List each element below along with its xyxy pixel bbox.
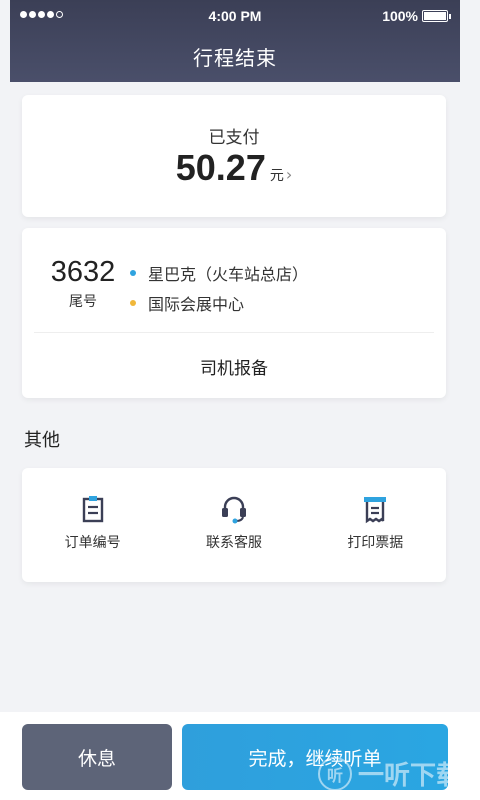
printer-icon xyxy=(364,497,387,524)
contact-support-label: 联系客服 xyxy=(205,535,262,551)
battery-indicator: 100% xyxy=(382,8,451,24)
watermark: 听 一听下载 xyxy=(317,755,462,792)
route-start: 星巴克（火车站总店） xyxy=(130,258,308,288)
start-dot-icon xyxy=(130,270,136,276)
plate-info: 3632 尾号 xyxy=(44,256,122,311)
header: 4:00 PM 100% 行程结束 xyxy=(10,0,460,82)
contact-support-button[interactable]: 联系客服 xyxy=(163,468,304,582)
route-start-label: 星巴克（火车站总店） xyxy=(148,265,309,284)
plate-number: 3632 xyxy=(50,256,116,288)
divider xyxy=(34,332,434,333)
route-end-label: 国际会展中心 xyxy=(148,295,245,314)
status-bar: 4:00 PM 100% xyxy=(10,0,460,32)
end-dot-icon xyxy=(130,300,136,306)
print-receipt-button[interactable]: 打印票据 xyxy=(305,468,446,582)
watermark-text: 一听下载 xyxy=(357,761,462,791)
order-number-label: 订单编号 xyxy=(64,535,121,551)
currency-label: 元 xyxy=(269,168,284,184)
payment-amount: 50.27 xyxy=(175,147,266,188)
battery-percent: 100% xyxy=(382,8,418,24)
watermark-icon: 听 xyxy=(317,756,352,791)
section-title-other: 其他 xyxy=(24,430,60,451)
order-number-button[interactable]: 订单编号 xyxy=(22,468,163,582)
battery-icon xyxy=(422,10,451,22)
bottom-bar: 休息 完成，继续听单 听 一听下载 xyxy=(0,712,480,800)
payment-amount-row[interactable]: 50.27 元 › xyxy=(22,147,446,189)
page-title: 行程结束 xyxy=(193,46,277,70)
plate-label: 尾号 xyxy=(69,294,97,310)
rest-button[interactable]: 休息 xyxy=(22,724,172,790)
driver-report-button[interactable]: 司机报备 xyxy=(22,334,446,398)
route: 星巴克（火车站总店） 国际会展中心 xyxy=(130,258,308,318)
headset-icon xyxy=(221,496,246,524)
route-end: 国际会展中心 xyxy=(130,288,308,318)
payment-status: 已支付 xyxy=(208,128,260,148)
chevron-right-icon: › xyxy=(285,165,293,184)
other-actions-card: 订单编号 联系客服 打印票据 xyxy=(22,468,446,582)
print-receipt-label: 打印票据 xyxy=(347,535,404,551)
trip-card: 3632 尾号 星巴克（火车站总店） 国际会展中心 司机报备 xyxy=(22,228,446,398)
payment-card[interactable]: 已支付 50.27 元 › xyxy=(22,95,446,217)
clipboard-icon xyxy=(82,496,103,523)
